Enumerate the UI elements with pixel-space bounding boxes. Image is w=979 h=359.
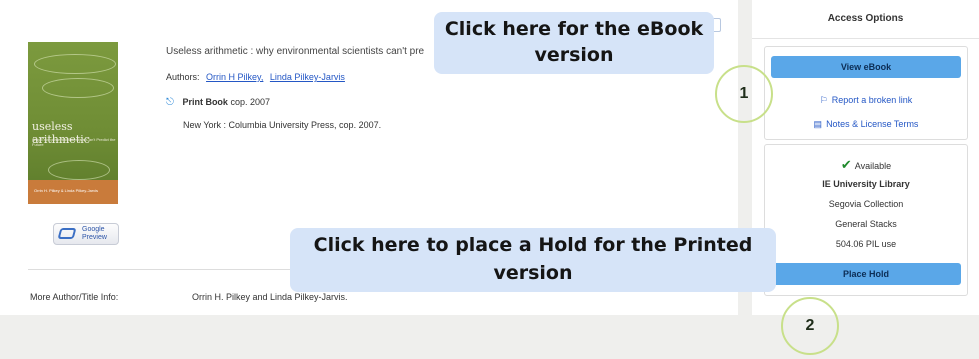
place-hold-button[interactable]: Place Hold	[771, 263, 961, 285]
access-options-heading: Access Options	[752, 0, 979, 39]
ebook-access-card: View eBook ⚐ Report a broken link ▤ Notes …	[764, 46, 968, 140]
document-icon: ▤	[813, 119, 823, 129]
format-row: ⎋ Print Book cop. 2007	[166, 97, 270, 108]
fish-illustration	[34, 54, 116, 74]
collection-name: Segovia Collection	[828, 199, 904, 209]
cover-author-band: Orrin H. Pilkey & Linda Pilkey-Jarvis	[28, 180, 118, 204]
notes-link-label: Notes & License Terms	[826, 119, 919, 129]
cover-author-text: Orrin H. Pilkey & Linda Pilkey-Jarvis	[34, 188, 99, 193]
book-icon: ⎋	[166, 97, 174, 108]
fish-illustration	[48, 160, 110, 180]
record-title[interactable]: Useless arithmetic : why environmental s…	[166, 46, 424, 57]
print-holdings-card: ✔ Available IE University Library Segovia…	[764, 144, 968, 296]
format-label: Print Book	[182, 97, 228, 107]
availability-status: ✔ Available	[765, 157, 967, 173]
book-preview-icon	[57, 228, 77, 239]
availability-label: Available	[854, 161, 892, 171]
view-ebook-button[interactable]: View eBook	[771, 56, 961, 78]
notes-license-link[interactable]: ▤ Notes & License Terms	[765, 119, 967, 130]
fish-illustration	[42, 78, 114, 98]
authors-row: Authors: Orrin H Pilkey, Linda Pilkey-Ja…	[166, 72, 345, 82]
authors-label: Authors:	[166, 72, 200, 82]
checkmark-icon: ✔	[840, 157, 852, 172]
google-preview-line2: Preview	[82, 234, 107, 241]
format-date: cop. 2007	[230, 97, 271, 107]
author-link[interactable]: Linda Pilkey-Jarvis	[270, 72, 345, 82]
shelf-location: General Stacks	[835, 219, 897, 229]
author-link[interactable]: Orrin H Pilkey,	[206, 72, 263, 82]
more-info-label: More Author/Title Info:	[30, 292, 119, 302]
hold-callout: Click here to place a Hold for the Print…	[290, 228, 776, 292]
marker-2: 2	[781, 297, 839, 355]
google-preview-button[interactable]: Google Preview	[53, 223, 119, 245]
publication-info: New York : Columbia University Press, co…	[183, 120, 382, 130]
report-broken-link[interactable]: ⚐ Report a broken link	[765, 95, 967, 106]
library-name: IE University Library	[822, 179, 910, 189]
access-options-sidebar: Access Options View eBook ⚐ Report a brok…	[752, 0, 979, 315]
book-cover[interactable]: useless arithmetic Why Environmental Sci…	[28, 42, 118, 204]
marker-1: 1	[715, 65, 773, 123]
flag-icon: ⚐	[819, 95, 828, 105]
google-preview-line1: Google	[82, 226, 105, 233]
more-info-value: Orrin H. Pilkey and Linda Pilkey-Jarvis.	[192, 292, 348, 302]
cover-subtitle: Why Environmental Scientists Can't Predi…	[32, 137, 116, 147]
call-number: 504.06 PIL use	[835, 239, 897, 249]
ebook-callout: Click here for the eBook version	[434, 12, 714, 74]
report-link-label: Report a broken link	[831, 95, 913, 105]
